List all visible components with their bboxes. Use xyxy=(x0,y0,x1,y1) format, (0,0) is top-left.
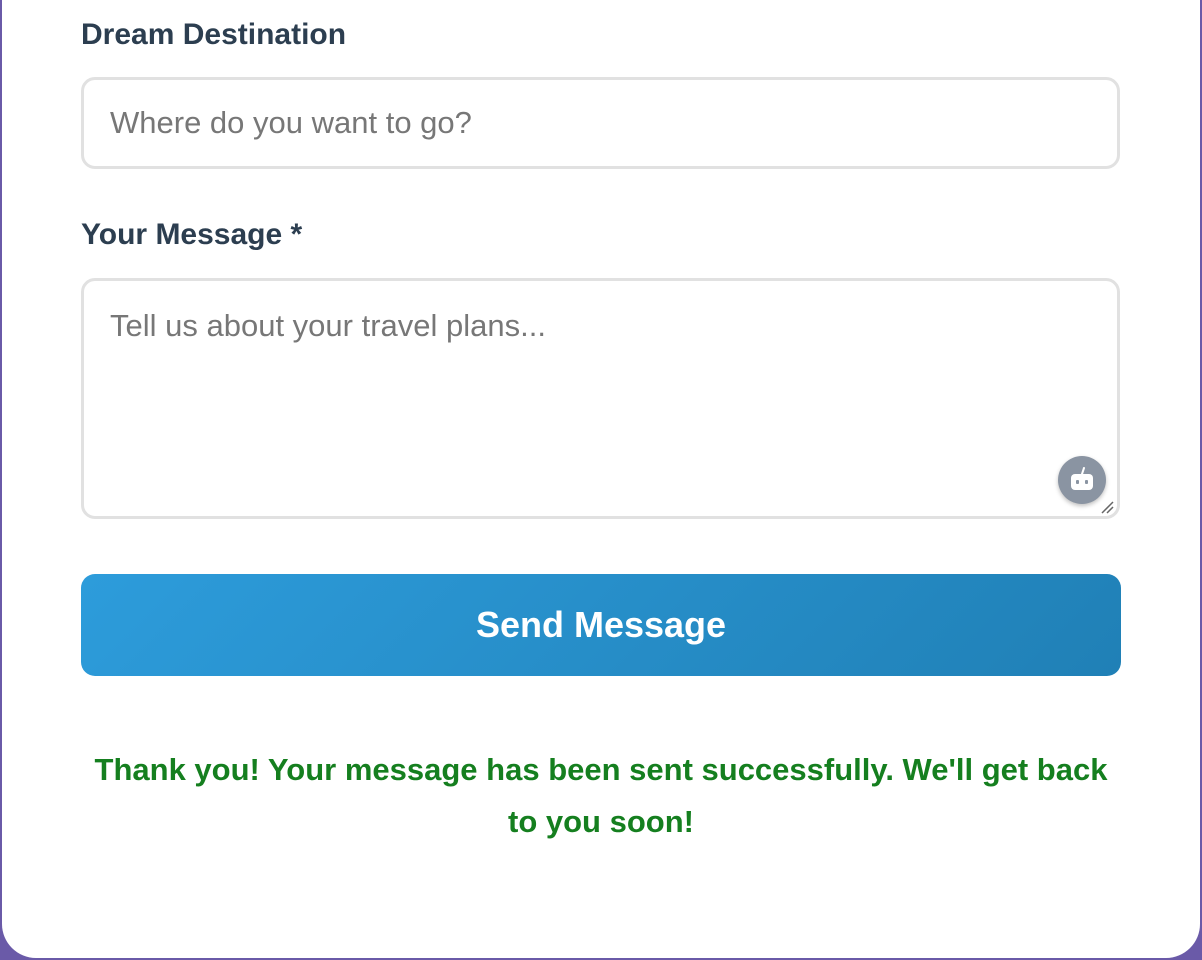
success-message: Thank you! Your message has been sent su… xyxy=(94,752,1108,839)
robot-icon xyxy=(1071,467,1093,490)
ai-assistant-button[interactable] xyxy=(1058,456,1106,504)
message-textarea[interactable] xyxy=(81,278,1120,519)
destination-input[interactable] xyxy=(81,77,1120,169)
destination-label: Dream Destination xyxy=(81,18,347,51)
resize-grip-icon[interactable] xyxy=(1100,500,1114,514)
message-label: Your Message * xyxy=(81,218,303,251)
send-message-button[interactable]: Send Message xyxy=(81,574,1121,676)
